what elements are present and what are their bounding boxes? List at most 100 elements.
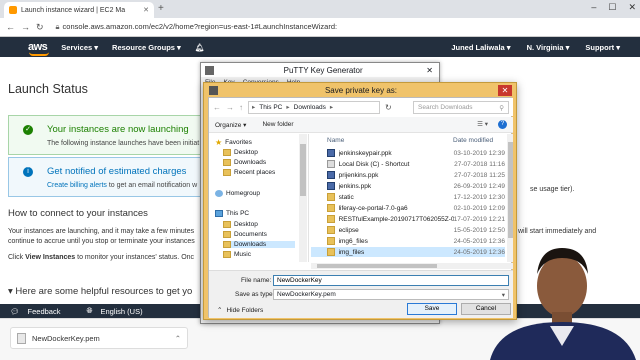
- folder-icon: [327, 248, 335, 256]
- view-instances-text: View Instances: [25, 254, 76, 261]
- computer-icon: [215, 210, 223, 217]
- file-row[interactable]: Local Disk (C) - Shortcut 27-07-2018 11:1…: [311, 159, 505, 169]
- download-filename: NewDockerKey.pem: [32, 333, 100, 343]
- tree-recent-places[interactable]: Recent places: [223, 169, 275, 176]
- organize-button[interactable]: Organize ▾: [215, 121, 246, 129]
- folder-icon: [223, 221, 231, 228]
- folder-icon: [223, 231, 231, 238]
- forward-arrow-icon[interactable]: →: [226, 103, 234, 112]
- tree-documents[interactable]: Documents: [223, 231, 267, 238]
- file-row[interactable]: jenkins.ppk 26-09-2019 12:49: [311, 181, 505, 191]
- language-selector[interactable]: English (US): [100, 307, 142, 316]
- services-menu[interactable]: Services ▾: [61, 43, 98, 52]
- support-menu[interactable]: Support ▾: [585, 43, 620, 52]
- dialog-icon: [209, 85, 218, 95]
- view-options-icon[interactable]: ☰ ▾: [477, 120, 488, 129]
- back-icon[interactable]: ←: [6, 22, 15, 32]
- chevron-up-icon[interactable]: ⌃: [175, 334, 181, 343]
- save-dialog-title: Save private key as:: [324, 85, 398, 95]
- info-icon: i: [23, 167, 33, 177]
- maximize-icon[interactable]: ☐: [608, 2, 616, 13]
- feedback-link[interactable]: Feedback: [28, 307, 61, 316]
- download-item[interactable]: NewDockerKey.pem ⌃: [10, 327, 188, 349]
- tree-music[interactable]: Music: [223, 251, 251, 258]
- tree-desktop[interactable]: Desktop: [223, 149, 258, 156]
- tree-favorites[interactable]: ★ Favorites: [215, 138, 252, 147]
- back-arrow-icon[interactable]: ←: [213, 103, 221, 112]
- putty-close-icon[interactable]: ✕: [426, 66, 433, 75]
- help-icon[interactable]: ?: [498, 120, 507, 129]
- presenter-video: [490, 248, 636, 360]
- tree-this-pc[interactable]: This PC: [215, 210, 249, 217]
- breadcrumb-downloads[interactable]: Downloads: [294, 104, 326, 111]
- howto-text-line-2: continue to accrue until you stop or ter…: [8, 238, 195, 245]
- file-row[interactable]: prijenkins.ppk 27-07-2018 11:25: [311, 170, 505, 180]
- dialog-close-icon[interactable]: ✕: [498, 84, 512, 96]
- new-folder-button[interactable]: New folder: [262, 121, 293, 128]
- search-icon: ⚲: [499, 104, 504, 112]
- region-menu[interactable]: N. Virginia ▾: [527, 43, 570, 52]
- refresh-icon[interactable]: ↻: [385, 103, 392, 112]
- file-row[interactable]: jenkinskeypair.ppk 03-10-2019 12:39: [311, 148, 505, 158]
- minimize-icon[interactable]: –: [591, 2, 596, 13]
- save-dialog-body: ← → ↑ ▸ This PC ▸ Downloads ▸ ↻ Search D…: [208, 97, 513, 318]
- user-menu[interactable]: Juned Laliwala ▾: [451, 43, 510, 52]
- dialog-nav-row: ← → ↑ ▸ This PC ▸ Downloads ▸ ↻ Search D…: [209, 98, 513, 116]
- file-name-label: File name:: [241, 277, 272, 284]
- ppk-file-icon: [327, 171, 335, 179]
- howto-text-line-3: Click View Instances to monitor your ins…: [8, 254, 195, 261]
- forward-icon[interactable]: →: [21, 22, 30, 32]
- file-row[interactable]: static 17-12-2019 12:30: [311, 192, 505, 202]
- dialog-bottom-panel: File name: Save as type: NewDockerKey.pe…: [209, 270, 513, 318]
- launching-body: The following instance launches have bee…: [47, 140, 200, 147]
- tree-pc-downloads[interactable]: Downloads: [223, 241, 295, 248]
- success-check-icon: ✓: [23, 125, 33, 135]
- feedback-icon: 💬︎: [10, 306, 20, 316]
- bell-icon[interactable]: 🔔︎: [195, 43, 205, 52]
- tree-downloads[interactable]: Downloads: [223, 159, 266, 166]
- lock-icon: 🔒︎: [55, 22, 60, 31]
- tree-scrollbar[interactable]: [299, 134, 307, 262]
- billing-body: Create billing alerts to get an email no…: [47, 182, 198, 189]
- tree-homegroup[interactable]: Homegroup: [215, 190, 260, 197]
- folder-icon: [327, 204, 335, 212]
- new-tab-icon[interactable]: +: [158, 3, 164, 14]
- breadcrumb-this-pc[interactable]: This PC: [259, 104, 282, 111]
- launching-title: Your instances are now launching: [47, 124, 189, 135]
- url-text: console.aws.amazon.com/ec2/v2/home?regio…: [62, 22, 338, 31]
- folder-icon: [223, 251, 231, 258]
- breadcrumb[interactable]: ▸ This PC ▸ Downloads ▸: [248, 100, 380, 114]
- create-billing-alerts-link[interactable]: Create billing alerts: [47, 182, 107, 189]
- column-name[interactable]: Name: [327, 137, 453, 144]
- hide-folders-toggle[interactable]: ⌃ Hide Folders: [217, 306, 263, 315]
- folder-icon: [327, 237, 335, 245]
- window-controls: – ☐ ✕: [591, 2, 636, 13]
- folder-icon: [223, 159, 231, 166]
- page-title: Launch Status: [8, 82, 88, 96]
- close-tab-icon[interactable]: ✕: [143, 6, 149, 14]
- resource-groups-menu[interactable]: Resource Groups ▾: [112, 43, 181, 52]
- file-icon: [17, 332, 26, 344]
- browser-tab[interactable]: Launch instance wizard | EC2 Ma ✕: [4, 2, 154, 18]
- save-dialog-title-bar: Save private key as: ✕: [204, 83, 516, 97]
- close-window-icon[interactable]: ✕: [628, 2, 636, 13]
- ppk-file-icon: [327, 182, 335, 190]
- navigation-pane: ★ Favorites Desktop Downloads Recent plac…: [209, 134, 309, 262]
- url-field[interactable]: 🔒︎ console.aws.amazon.com/ec2/v2/home?reg…: [56, 22, 338, 32]
- folder-icon: [327, 215, 335, 223]
- tab-title: Launch instance wizard | EC2 Ma: [21, 6, 126, 14]
- column-date-modified[interactable]: Date modified: [453, 137, 493, 144]
- aws-logo[interactable]: aws: [28, 41, 49, 56]
- tree-pc-desktop[interactable]: Desktop: [223, 221, 258, 228]
- aws-top-nav: aws Services ▾ Resource Groups ▾ 🔔︎ June…: [0, 37, 640, 57]
- save-button[interactable]: Save: [407, 303, 457, 315]
- shortcut-icon: [327, 160, 335, 168]
- file-row[interactable]: liferay-ce-portal-7.0-ga6 02-10-2019 12:0…: [311, 203, 505, 213]
- file-row[interactable]: RESTfulExample-20190717T062055Z-001 17-07…: [311, 214, 505, 224]
- reload-icon[interactable]: ↻: [36, 22, 44, 33]
- globe-icon: 🌐︎: [86, 306, 93, 315]
- resources-heading[interactable]: ▾ Here are some helpful resources to get…: [8, 286, 192, 297]
- up-arrow-icon[interactable]: ↑: [239, 103, 243, 112]
- search-input[interactable]: Search Downloads ⚲: [413, 100, 509, 114]
- star-icon: ★: [215, 138, 223, 147]
